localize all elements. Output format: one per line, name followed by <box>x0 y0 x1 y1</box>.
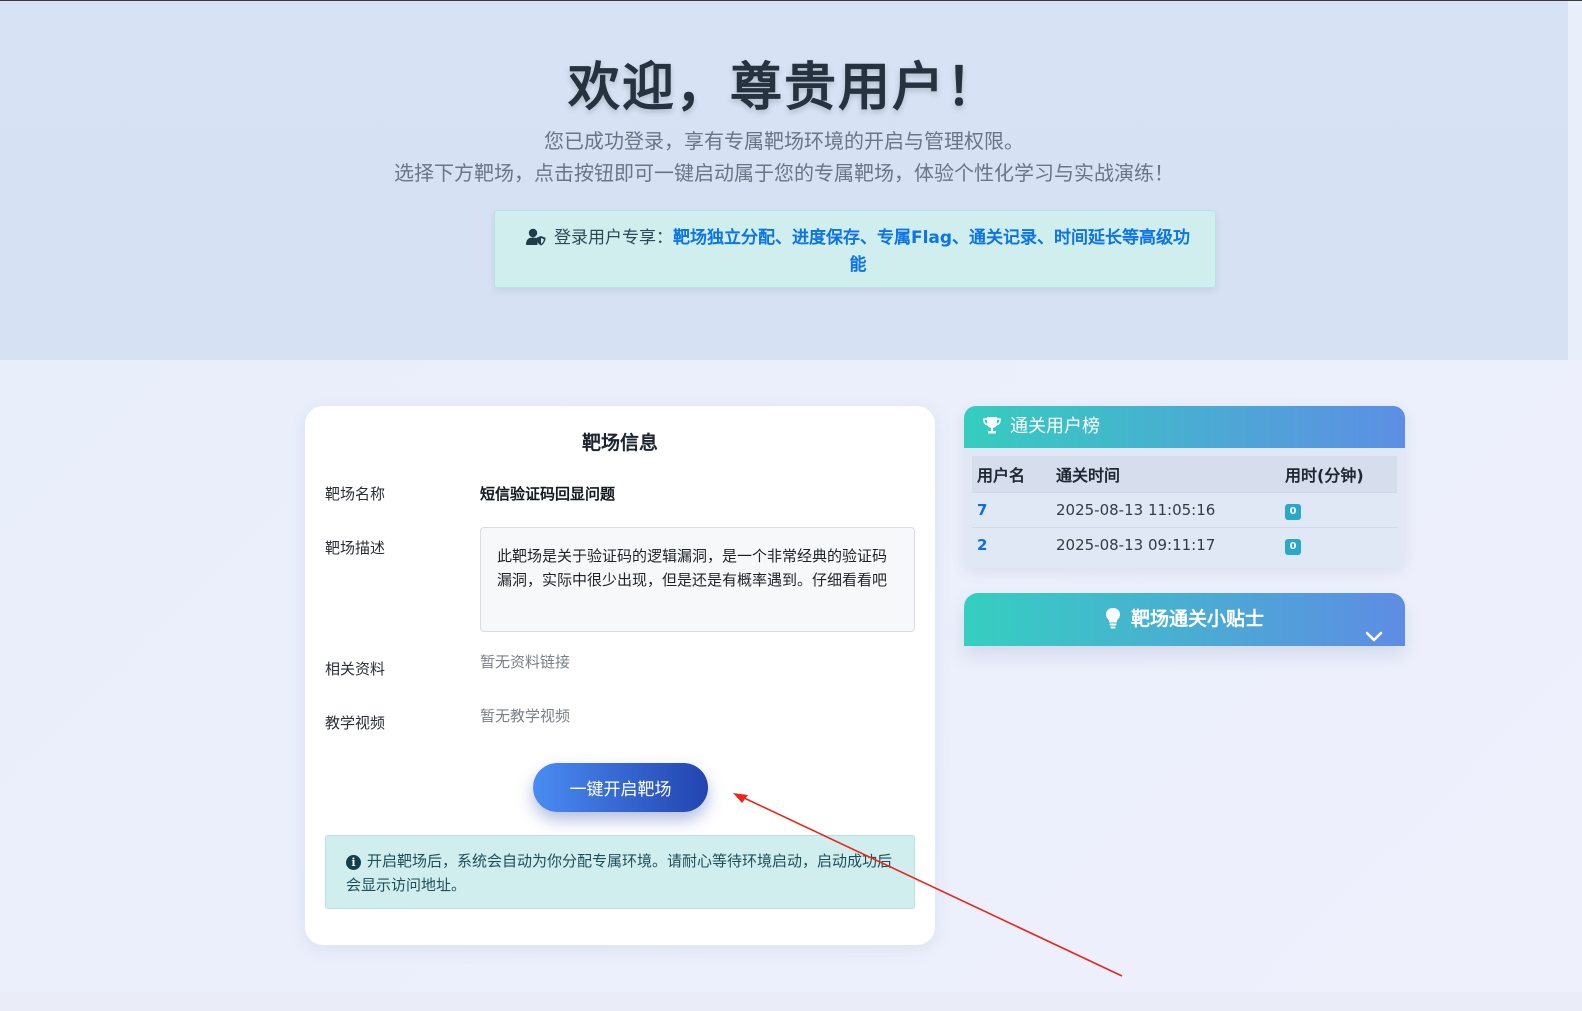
user-shield-icon <box>525 228 546 246</box>
hero-subtitle-line2: 选择下方靶场，点击按钮即可一键启动属于您的专属靶场，体验个性化学习与实战演练！ <box>394 161 1174 185</box>
table-row: 2 2025-08-13 09:11:17 0 <box>972 526 1397 562</box>
page: 欢迎，尊贵用户！ 您已成功登录，享有专属靶场环境的开启与管理权限。 选择下方靶场… <box>0 0 1582 1011</box>
start-info-text: 开启靶场后，系统会自动为你分配专属环境。请耐心等待环境启动，启动成功后会显示访问… <box>346 852 893 894</box>
leaderboard-panel: 通关用户榜 用户名 通关时间 用时(分钟) 7 2025-08-13 11:05… <box>964 406 1405 568</box>
video-value: 暂无教学视频 <box>480 707 571 725</box>
leaderboard-title: 通关用户榜 <box>1010 416 1100 437</box>
leaderboard-table: 用户名 通关时间 用时(分钟) 7 2025-08-13 11:05:16 0 … <box>972 456 1397 562</box>
table-row: 7 2025-08-13 11:05:16 0 <box>972 491 1397 527</box>
minutes-badge: 0 <box>1285 503 1301 520</box>
time-cell: 2025-08-13 09:11:17 <box>1051 526 1280 562</box>
range-desc-label: 靶场描述 <box>325 539 386 557</box>
member-notice: 登录用户专享：靶场独立分配、进度保存、专属Flag、通关记录、时间延长等高级功能 <box>494 210 1216 288</box>
user-cell: 7 <box>972 491 1051 527</box>
range-info-card: 靶场信息 靶场名称 短信验证码回显问题 靶场描述 此靶场是关于验证码的逻辑漏洞，… <box>305 406 935 945</box>
minutes-cell: 0 <box>1280 526 1397 562</box>
resources-value: 暂无资料链接 <box>480 653 571 671</box>
col-header-minutes: 用时(分钟) <box>1280 456 1397 492</box>
bottom-strip <box>0 992 1582 1011</box>
video-label: 教学视频 <box>325 714 386 732</box>
notice-features: 靶场独立分配、进度保存、专属Flag、通关记录、时间延长等高级功能 <box>672 228 1191 275</box>
user-cell: 2 <box>972 526 1051 562</box>
start-range-button[interactable]: 一键开启靶场 <box>533 763 708 812</box>
range-name-value: 短信验证码回显问题 <box>480 485 616 503</box>
user-link[interactable]: 2 <box>977 536 987 554</box>
notice-prefix: 登录用户专享： <box>553 228 673 248</box>
col-header-user: 用户名 <box>972 456 1051 492</box>
leaderboard-header-row: 用户名 通关时间 用时(分钟) <box>972 456 1397 492</box>
range-name-label: 靶场名称 <box>325 485 386 503</box>
hero-subtitle-line1: 您已成功登录，享有专属靶场环境的开启与管理权限。 <box>544 129 1024 153</box>
trophy-icon <box>982 409 1002 434</box>
tips-title: 靶场通关小贴士 <box>1130 608 1264 630</box>
lightbulb-icon <box>1105 597 1121 629</box>
leaderboard-header: 通关用户榜 <box>964 406 1405 448</box>
minutes-cell: 0 <box>1280 491 1397 527</box>
user-link[interactable]: 7 <box>977 501 987 519</box>
resources-label: 相关资料 <box>325 660 386 678</box>
info-circle-icon: i <box>346 855 361 870</box>
time-cell: 2025-08-13 11:05:16 <box>1051 491 1280 527</box>
start-info-alert: i 开启靶场后，系统会自动为你分配专属环境。请耐心等待环境启动，启动成功后会显示访… <box>325 835 915 909</box>
chevron-down-icon[interactable] <box>1365 612 1383 642</box>
minutes-badge: 0 <box>1285 538 1301 555</box>
range-info-title: 靶场信息 <box>581 432 658 454</box>
tips-accordion-header[interactable]: 靶场通关小贴士 <box>964 593 1405 646</box>
hero-banner: 欢迎，尊贵用户！ 您已成功登录，享有专属靶场环境的开启与管理权限。 选择下方靶场… <box>0 1 1568 360</box>
range-desc-box: 此靶场是关于验证码的逻辑漏洞，是一个非常经典的验证码漏洞，实际中很少出现，但是还… <box>480 527 915 632</box>
col-header-time: 通关时间 <box>1051 456 1280 492</box>
page-title: 欢迎，尊贵用户！ <box>567 58 1000 118</box>
